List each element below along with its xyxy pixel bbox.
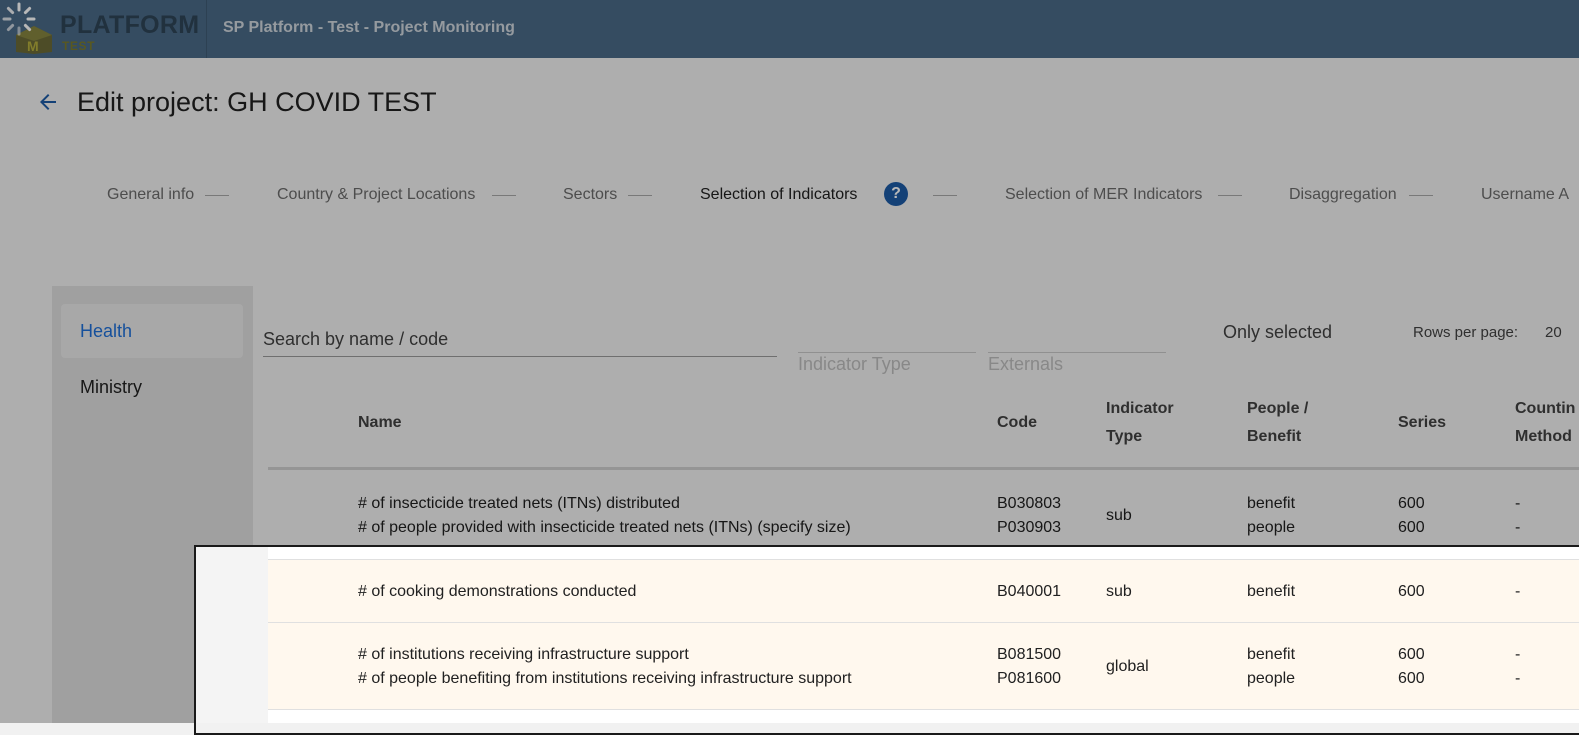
indicator-name: # of people provided with insecticide tr… xyxy=(358,519,851,536)
series-value: 600 xyxy=(1398,670,1425,687)
step-selection-of-mer-indicators[interactable]: Selection of MER Indicators xyxy=(1005,186,1202,204)
step-disaggregation[interactable]: Disaggregation xyxy=(1289,186,1397,204)
indicator-name: # of institutions receiving infrastructu… xyxy=(358,646,689,663)
app-title: SP Platform - Test - Project Monitoring xyxy=(223,19,515,36)
step-general-info[interactable]: General info xyxy=(107,186,194,204)
sidebar-item-health[interactable]: Health xyxy=(61,304,243,358)
counting-method: - xyxy=(1515,670,1521,687)
column-header-series[interactable]: Series xyxy=(1398,409,1446,437)
step-connector xyxy=(492,195,516,196)
logo-subtext: TEST xyxy=(62,39,96,53)
externals-select[interactable] xyxy=(988,352,1166,353)
people-benefit: benefit xyxy=(1247,583,1296,600)
indicator-code: P081600 xyxy=(997,670,1062,687)
column-header-code[interactable]: Code xyxy=(997,409,1037,437)
people-benefit: benefit xyxy=(1247,495,1296,512)
step-connector xyxy=(628,195,652,196)
column-header-name[interactable]: Name xyxy=(358,409,402,437)
people-benefit: people xyxy=(1247,519,1296,536)
rows-per-page-label: Rows per page: xyxy=(1413,324,1519,341)
counting-method: - xyxy=(1515,519,1521,536)
column-header-indicator-type[interactable]: Indicator xyxy=(1106,395,1174,423)
indicator-code: B030803 xyxy=(997,495,1062,512)
search-input[interactable] xyxy=(263,322,777,357)
indicator-type: global xyxy=(1106,658,1149,675)
step-sectors[interactable]: Sectors xyxy=(563,186,617,204)
row-spacer xyxy=(268,547,1579,559)
indicator-type: sub xyxy=(1106,507,1132,524)
column-header-indicator-type[interactable]: Type xyxy=(1106,423,1142,451)
people-benefit: benefit xyxy=(1247,646,1296,663)
column-header-counting-method[interactable]: Countin xyxy=(1515,395,1575,423)
table-header-divider xyxy=(268,467,1579,470)
column-header-people-benefit[interactable]: Benefit xyxy=(1247,423,1301,451)
step-country-project-locations[interactable]: Country & Project Locations xyxy=(277,186,475,204)
step-connector xyxy=(1218,195,1242,196)
svg-text:M: M xyxy=(27,38,39,54)
indicator-type-select[interactable] xyxy=(798,352,976,353)
series-value: 600 xyxy=(1398,646,1425,663)
row-spacer xyxy=(268,710,1579,723)
column-header-counting-method[interactable]: Method xyxy=(1515,423,1572,451)
indicator-type-label: Indicator Type xyxy=(798,354,911,374)
loading-spinner-icon xyxy=(2,2,36,36)
counting-method: - xyxy=(1515,646,1521,663)
only-selected-toggle[interactable]: Only selected xyxy=(1223,322,1332,343)
column-header-people-benefit[interactable]: People / xyxy=(1247,395,1308,423)
counting-method: - xyxy=(1515,495,1521,512)
back-arrow-icon[interactable] xyxy=(36,90,60,114)
step-username[interactable]: Username A xyxy=(1481,186,1569,204)
indicator-code: B040001 xyxy=(997,583,1062,600)
top-app-bar: M PLATFORM TEST SP Platform - Test - Pro… xyxy=(0,0,1579,58)
indicator-type: sub xyxy=(1106,583,1132,600)
highlight-left-panel xyxy=(196,547,268,723)
indicator-name: # of people benefiting from institutions… xyxy=(358,670,852,687)
people-benefit: people xyxy=(1247,670,1296,687)
indicator-code: B081500 xyxy=(997,646,1062,663)
topbar-divider xyxy=(206,0,207,58)
series-value: 600 xyxy=(1398,583,1425,600)
step-connector xyxy=(933,195,957,196)
indicator-name: # of insecticide treated nets (ITNs) dis… xyxy=(358,495,680,512)
counting-method: - xyxy=(1515,583,1521,600)
step-connector xyxy=(205,195,229,196)
sidebar-item-ministry[interactable]: Ministry xyxy=(61,360,243,414)
series-value: 600 xyxy=(1398,495,1425,512)
help-icon[interactable]: ? xyxy=(884,182,908,206)
step-connector xyxy=(1409,195,1433,196)
rows-per-page-select[interactable]: 20 xyxy=(1545,324,1562,341)
series-value: 600 xyxy=(1398,519,1425,536)
indicator-code: P030903 xyxy=(997,519,1062,536)
page-title: Edit project: GH COVID TEST xyxy=(77,87,437,117)
externals-label: Externals xyxy=(988,354,1064,374)
logo-text: PLATFORM xyxy=(60,11,200,39)
step-selection-of-indicators[interactable]: Selection of Indicators xyxy=(700,186,857,204)
indicator-name: # of cooking demonstrations conducted xyxy=(358,583,637,600)
